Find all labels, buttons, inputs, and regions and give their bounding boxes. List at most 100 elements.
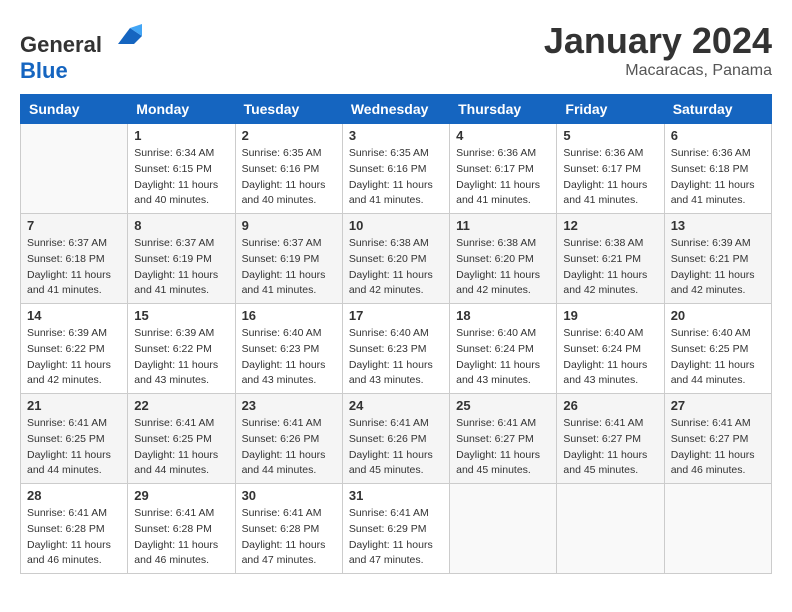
- calendar-cell: 17Sunrise: 6:40 AMSunset: 6:23 PMDayligh…: [342, 304, 449, 394]
- day-number: 31: [349, 488, 443, 503]
- day-info: Sunrise: 6:39 AMSunset: 6:22 PMDaylight:…: [134, 326, 228, 389]
- day-info: Sunrise: 6:34 AMSunset: 6:15 PMDaylight:…: [134, 146, 228, 209]
- calendar-cell: 26 Sunrise: 6:41 AMSunset: 6:27 PMDayligh…: [557, 394, 664, 484]
- calendar-cell: [557, 484, 664, 574]
- day-number: 19: [563, 308, 657, 323]
- calendar-week-row: 1 Sunrise: 6:34 AMSunset: 6:15 PMDaylight…: [21, 124, 772, 214]
- calendar-cell: 29Sunrise: 6:41 AMSunset: 6:28 PMDayligh…: [128, 484, 235, 574]
- calendar-cell: 5Sunrise: 6:36 AMSunset: 6:17 PMDaylight…: [557, 124, 664, 214]
- day-number: 22: [134, 398, 228, 413]
- day-number: 6: [671, 128, 765, 143]
- weekday-header: Thursday: [450, 95, 557, 124]
- calendar-cell: 31 Sunrise: 6:41 AMSunset: 6:29 PMDayligh…: [342, 484, 449, 574]
- day-number: 11: [456, 218, 550, 233]
- calendar-cell: 13 Sunrise: 6:39 AMSunset: 6:21 PMDayligh…: [664, 214, 771, 304]
- logo-icon: [110, 20, 142, 52]
- calendar-cell: 4Sunrise: 6:36 AMSunset: 6:17 PMDaylight…: [450, 124, 557, 214]
- calendar-week-row: 28 Sunrise: 6:41 AMSunset: 6:28 PMDayligh…: [21, 484, 772, 574]
- day-info: Sunrise: 6:35 AMSunset: 6:16 PMDaylight:…: [242, 146, 336, 209]
- weekday-header: Tuesday: [235, 95, 342, 124]
- calendar-cell: 9 Sunrise: 6:37 AMSunset: 6:19 PMDaylight…: [235, 214, 342, 304]
- day-info: Sunrise: 6:41 AMSunset: 6:26 PMDaylight:…: [242, 416, 336, 479]
- day-number: 12: [563, 218, 657, 233]
- day-info: Sunrise: 6:41 AMSunset: 6:28 PMDaylight:…: [242, 506, 336, 569]
- day-info: Sunrise: 6:41 AMSunset: 6:27 PMDaylight:…: [456, 416, 550, 479]
- calendar-cell: [664, 484, 771, 574]
- day-number: 15: [134, 308, 228, 323]
- day-number: 2: [242, 128, 336, 143]
- day-info: Sunrise: 6:37 AMSunset: 6:19 PMDaylight:…: [242, 236, 336, 299]
- calendar-table: SundayMondayTuesdayWednesdayThursdayFrid…: [20, 94, 772, 574]
- day-info: Sunrise: 6:39 AMSunset: 6:22 PMDaylight:…: [27, 326, 121, 389]
- calendar-cell: 30 Sunrise: 6:41 AMSunset: 6:28 PMDayligh…: [235, 484, 342, 574]
- day-number: 10: [349, 218, 443, 233]
- calendar-week-row: 14 Sunrise: 6:39 AMSunset: 6:22 PMDayligh…: [21, 304, 772, 394]
- day-number: 18: [456, 308, 550, 323]
- day-number: 14: [27, 308, 121, 323]
- day-info: Sunrise: 6:41 AMSunset: 6:26 PMDaylight:…: [349, 416, 443, 479]
- calendar-cell: 16 Sunrise: 6:40 AMSunset: 6:23 PMDayligh…: [235, 304, 342, 394]
- weekday-header: Friday: [557, 95, 664, 124]
- calendar-cell: 10Sunrise: 6:38 AMSunset: 6:20 PMDayligh…: [342, 214, 449, 304]
- day-info: Sunrise: 6:40 AMSunset: 6:24 PMDaylight:…: [456, 326, 550, 389]
- calendar-cell: 6 Sunrise: 6:36 AMSunset: 6:18 PMDaylight…: [664, 124, 771, 214]
- day-number: 21: [27, 398, 121, 413]
- calendar-cell: 21 Sunrise: 6:41 AMSunset: 6:25 PMDayligh…: [21, 394, 128, 484]
- calendar-cell: 28 Sunrise: 6:41 AMSunset: 6:28 PMDayligh…: [21, 484, 128, 574]
- location-title: Macaracas, Panama: [544, 62, 772, 80]
- day-info: Sunrise: 6:39 AMSunset: 6:21 PMDaylight:…: [671, 236, 765, 299]
- day-number: 3: [349, 128, 443, 143]
- day-info: Sunrise: 6:37 AMSunset: 6:18 PMDaylight:…: [27, 236, 121, 299]
- day-number: 1: [134, 128, 228, 143]
- weekday-header: Saturday: [664, 95, 771, 124]
- day-info: Sunrise: 6:40 AMSunset: 6:24 PMDaylight:…: [563, 326, 657, 389]
- day-info: Sunrise: 6:36 AMSunset: 6:17 PMDaylight:…: [563, 146, 657, 209]
- calendar-cell: 7 Sunrise: 6:37 AMSunset: 6:18 PMDaylight…: [21, 214, 128, 304]
- day-number: 8: [134, 218, 228, 233]
- day-info: Sunrise: 6:40 AMSunset: 6:25 PMDaylight:…: [671, 326, 765, 389]
- month-title: January 2024: [544, 20, 772, 62]
- day-info: Sunrise: 6:38 AMSunset: 6:21 PMDaylight:…: [563, 236, 657, 299]
- day-info: Sunrise: 6:41 AMSunset: 6:28 PMDaylight:…: [134, 506, 228, 569]
- day-number: 28: [27, 488, 121, 503]
- day-info: Sunrise: 6:41 AMSunset: 6:29 PMDaylight:…: [349, 506, 443, 569]
- day-number: 7: [27, 218, 121, 233]
- day-info: Sunrise: 6:41 AMSunset: 6:27 PMDaylight:…: [671, 416, 765, 479]
- day-number: 26: [563, 398, 657, 413]
- day-info: Sunrise: 6:37 AMSunset: 6:19 PMDaylight:…: [134, 236, 228, 299]
- day-info: Sunrise: 6:41 AMSunset: 6:27 PMDaylight:…: [563, 416, 657, 479]
- day-number: 17: [349, 308, 443, 323]
- day-info: Sunrise: 6:38 AMSunset: 6:20 PMDaylight:…: [456, 236, 550, 299]
- day-info: Sunrise: 6:41 AMSunset: 6:25 PMDaylight:…: [27, 416, 121, 479]
- day-info: Sunrise: 6:40 AMSunset: 6:23 PMDaylight:…: [242, 326, 336, 389]
- day-number: 24: [349, 398, 443, 413]
- day-number: 25: [456, 398, 550, 413]
- calendar-cell: 11 Sunrise: 6:38 AMSunset: 6:20 PMDayligh…: [450, 214, 557, 304]
- calendar-week-row: 21 Sunrise: 6:41 AMSunset: 6:25 PMDayligh…: [21, 394, 772, 484]
- calendar-cell: 1 Sunrise: 6:34 AMSunset: 6:15 PMDaylight…: [128, 124, 235, 214]
- day-info: Sunrise: 6:36 AMSunset: 6:18 PMDaylight:…: [671, 146, 765, 209]
- day-number: 16: [242, 308, 336, 323]
- day-info: Sunrise: 6:41 AMSunset: 6:28 PMDaylight:…: [27, 506, 121, 569]
- logo: General Blue: [20, 20, 142, 84]
- calendar-cell: 20Sunrise: 6:40 AMSunset: 6:25 PMDayligh…: [664, 304, 771, 394]
- day-number: 13: [671, 218, 765, 233]
- calendar-cell: 2 Sunrise: 6:35 AMSunset: 6:16 PMDaylight…: [235, 124, 342, 214]
- logo-text-blue: Blue: [20, 58, 68, 83]
- day-info: Sunrise: 6:41 AMSunset: 6:25 PMDaylight:…: [134, 416, 228, 479]
- weekday-header: Monday: [128, 95, 235, 124]
- page-header: General Blue January 2024 Macaracas, Pan…: [20, 20, 772, 84]
- calendar-cell: 19 Sunrise: 6:40 AMSunset: 6:24 PMDayligh…: [557, 304, 664, 394]
- day-number: 27: [671, 398, 765, 413]
- day-info: Sunrise: 6:35 AMSunset: 6:16 PMDaylight:…: [349, 146, 443, 209]
- day-number: 9: [242, 218, 336, 233]
- weekday-header: Wednesday: [342, 95, 449, 124]
- calendar-cell: 22 Sunrise: 6:41 AMSunset: 6:25 PMDayligh…: [128, 394, 235, 484]
- weekday-header: Sunday: [21, 95, 128, 124]
- calendar-cell: 27 Sunrise: 6:41 AMSunset: 6:27 PMDayligh…: [664, 394, 771, 484]
- day-info: Sunrise: 6:36 AMSunset: 6:17 PMDaylight:…: [456, 146, 550, 209]
- calendar-cell: 15 Sunrise: 6:39 AMSunset: 6:22 PMDayligh…: [128, 304, 235, 394]
- calendar-cell: 18 Sunrise: 6:40 AMSunset: 6:24 PMDayligh…: [450, 304, 557, 394]
- calendar-cell: [450, 484, 557, 574]
- day-number: 30: [242, 488, 336, 503]
